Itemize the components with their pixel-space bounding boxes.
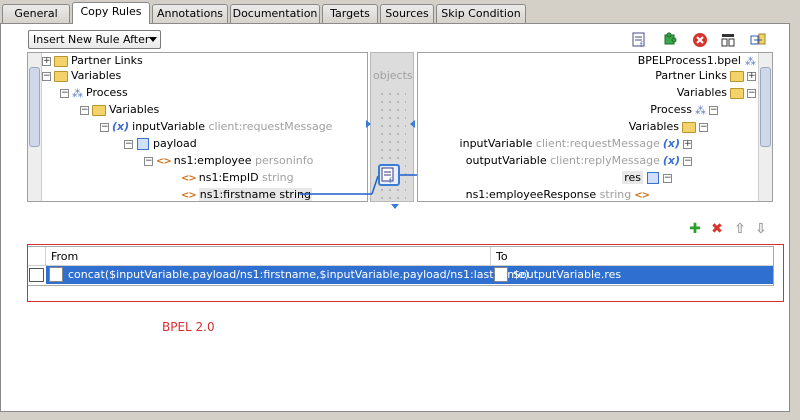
tree-node-target-variables-root[interactable]: Variables − (677, 85, 756, 100)
tree-node-target-variables[interactable]: Variables − (629, 119, 708, 134)
annotation-label: BPEL 2.0 (162, 320, 215, 334)
tree-node-bpel-file[interactable]: BPELProcess1.bpel ⁂ (638, 53, 756, 68)
target-tree[interactable]: BPELProcess1.bpel ⁂ Partner Links + Variab… (417, 52, 773, 202)
add-rule-icon[interactable]: ✚ (688, 222, 702, 236)
annotation-frame (27, 244, 784, 302)
move-up-icon[interactable]: ⇧ (733, 222, 747, 236)
target-scrollbar-thumb[interactable] (760, 67, 771, 147)
tree-node-target-partner-links[interactable]: Partner Links + (655, 68, 756, 83)
transformation-icon[interactable]: f (378, 164, 400, 186)
tree-node-target-process[interactable]: Process ⁂ − (650, 102, 718, 117)
tab-copy-rules[interactable]: Copy Rules (72, 2, 150, 24)
target-scrollbar[interactable] (758, 53, 772, 201)
splitter-down-icon[interactable] (391, 204, 399, 209)
tree-node-employee-response[interactable]: ns1:employeeResponse string <> (466, 187, 652, 201)
remove-rule-icon[interactable]: ✖ (710, 222, 724, 236)
tree-node-res[interactable]: res − (622, 170, 672, 185)
move-down-icon[interactable]: ⇩ (754, 222, 768, 236)
tree-node-target-output-variable[interactable]: outputVariable client:replyMessage (x) − (466, 153, 692, 168)
tree-node-target-input-variable[interactable]: inputVariable client:requestMessage (x) + (460, 136, 692, 151)
